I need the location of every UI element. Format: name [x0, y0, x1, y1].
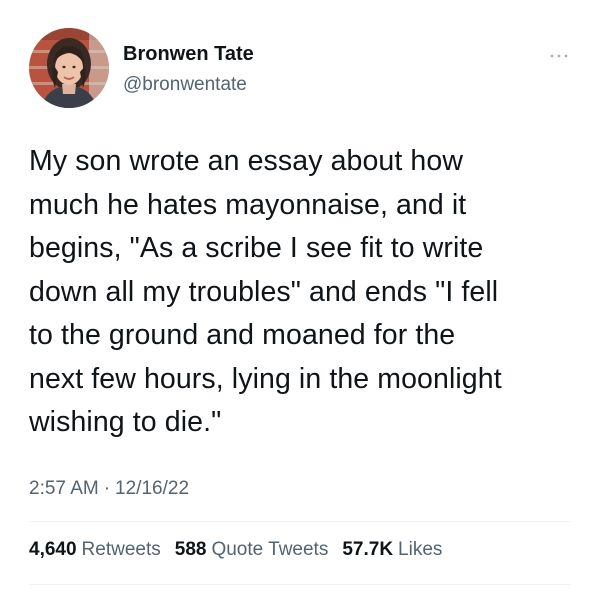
retweets-stat[interactable]: 4,640 Retweets [29, 539, 161, 561]
divider [29, 584, 571, 585]
divider [29, 521, 571, 522]
more-horizontal-icon [550, 54, 568, 58]
engagement-stats: 4,640 Retweets 588 Quote Tweets 57.7K Likes [29, 539, 442, 561]
likes-count: 57.7K [342, 539, 394, 560]
profile-photo-icon [29, 28, 109, 108]
tweet-text-line: down all my troubles" and ends "I fell [29, 275, 499, 308]
tweet-text-line: much he hates mayonnaise, and it [29, 188, 467, 221]
tweet-timestamp[interactable]: 2:57 AM · 12/16/22 [29, 478, 189, 500]
tweet-text: My son wrote an essay about how much he … [29, 140, 577, 445]
display-name[interactable]: Bronwen Tate [123, 43, 254, 66]
avatar[interactable] [29, 28, 109, 108]
more-icon[interactable] [548, 48, 570, 58]
tweet-text-line: to the ground and moaned for the [29, 319, 456, 351]
tweet-text-line: next few hours, lying in the moonlight [29, 362, 502, 395]
meta-separator: · [103, 478, 111, 499]
quote-tweets-count: 588 [174, 539, 207, 560]
tweet-card: Bronwen Tate @bronwentate My son wrote a… [0, 0, 600, 600]
likes-label: Likes [398, 539, 443, 560]
retweets-count: 4,640 [29, 539, 77, 560]
user-handle[interactable]: @bronwentate [123, 74, 247, 96]
tweet-text-line: My son wrote an essay about how [29, 145, 463, 177]
likes-stat[interactable]: 57.7K Likes [342, 539, 442, 561]
quote-tweets-stat[interactable]: 588 Quote Tweets [175, 539, 329, 561]
quote-tweets-label: Quote Tweets [211, 539, 329, 560]
retweets-label: Retweets [81, 539, 161, 560]
tweet-text-line: begins, "As a scribe I see fit to write [29, 232, 484, 264]
tweet-date: 12/16/22 [115, 478, 190, 499]
tweet-time: 2:57 AM [29, 478, 99, 499]
tweet-text-line: wishing to die." [29, 406, 222, 438]
